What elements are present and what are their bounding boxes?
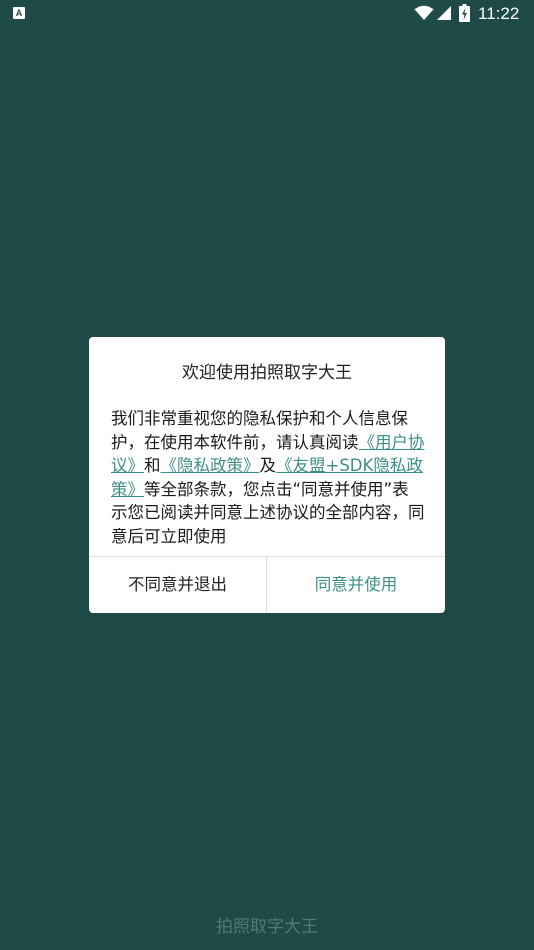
status-time: 11:22 xyxy=(478,4,520,23)
status-bar: A 11:22 xyxy=(0,0,534,28)
dialog-body: 我们非常重视您的隐私保护和个人信息保护，在使用本软件前，请认真阅读《用户协议》和… xyxy=(111,407,425,548)
text-a-notification-icon: A xyxy=(13,7,25,19)
battery-charging-icon xyxy=(459,4,470,22)
body-text-as-well-as: 及 xyxy=(259,456,277,475)
dialog-title: 欢迎使用拍照取字大王 xyxy=(182,363,352,383)
body-text-and: 和 xyxy=(144,456,161,475)
privacy-dialog: 欢迎使用拍照取字大王 我们非常重视您的隐私保护和个人信息保护，在使用本软件前，请… xyxy=(89,337,445,613)
app-name-label: 拍照取字大王 xyxy=(216,917,318,937)
privacy-policy-link[interactable]: 《隐私政策》 xyxy=(161,456,260,475)
decline-and-exit-button[interactable]: 不同意并退出 xyxy=(89,557,266,613)
agree-and-use-button[interactable]: 同意并使用 xyxy=(267,557,445,613)
body-text-consent: 等全部条款，您点击“同意并使用”表示您已阅读并同意上述协议的全部内容，同意后可立… xyxy=(111,479,425,546)
wifi-icon xyxy=(414,5,434,20)
signal-icon xyxy=(437,6,451,20)
